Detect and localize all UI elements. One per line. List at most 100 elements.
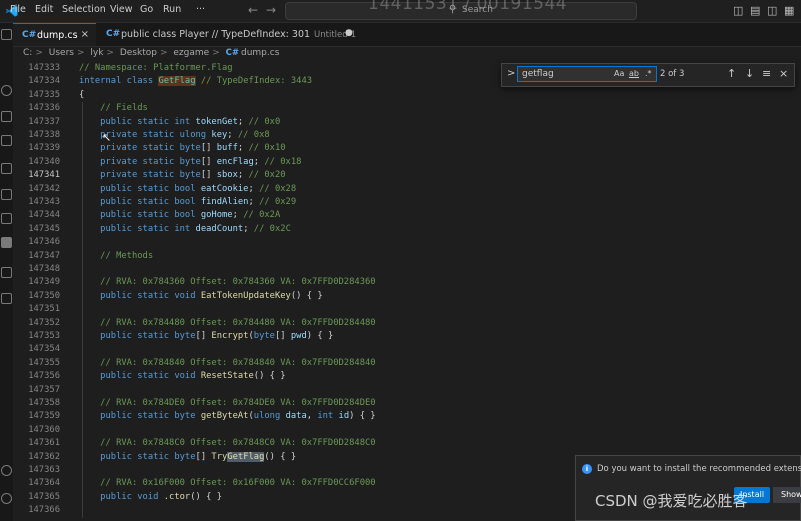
breadcrumb-item[interactable]: Desktop — [120, 48, 157, 58]
code-line[interactable]: 147361 // RVA: 0x7848C0 Offset: 0x7848C0… — [13, 437, 801, 451]
code-line[interactable]: 147343 public static bool findAlien; // … — [13, 196, 801, 210]
code-line[interactable]: 147338 private static ulong key; // 0x8 — [13, 129, 801, 143]
code-line[interactable]: 147355 // RVA: 0x784840 Offset: 0x784840… — [13, 356, 801, 371]
code-token: // RVA: 0x784480 Offset: 0x784480 VA: 0x… — [79, 317, 376, 328]
code-token: // 0x0 — [248, 116, 281, 127]
breadcrumb-item[interactable]: lyk — [90, 48, 103, 58]
csharp-file-icon: C# — [225, 48, 239, 58]
find-in-selection-icon[interactable]: ≡ — [762, 67, 771, 80]
breadcrumb-item[interactable]: Users — [49, 48, 74, 58]
code-line[interactable]: 147339 private static byte[] buff; // 0x… — [13, 142, 801, 156]
code-line[interactable]: 147350 public static void EatTokenUpdate… — [13, 289, 801, 304]
code-line[interactable]: 147347 // Methods — [13, 249, 801, 263]
code-line[interactable]: 147353 public static byte[] Encrypt(byte… — [13, 330, 801, 344]
overlay-watermark-text: 14411531 / 00191544 — [368, 0, 568, 14]
accounts-icon[interactable] — [1, 465, 12, 476]
line-number: 147336 — [28, 103, 60, 114]
explorer-icon[interactable] — [1, 29, 12, 40]
code-line[interactable]: 147342 public static bool eatCookie; // … — [13, 182, 801, 196]
menu-edit[interactable]: Edit — [35, 4, 53, 15]
regex-icon[interactable]: .* — [645, 69, 652, 78]
toggle-replace-icon[interactable]: > — [507, 68, 515, 79]
menu-more-icon[interactable]: ··· — [196, 4, 205, 15]
code-token: // 0x20 — [248, 170, 286, 181]
next-match-icon[interactable]: ↓ — [745, 67, 754, 80]
code-text: public static int deadCount; // 0x2C — [79, 223, 291, 236]
code-token: public static byte — [79, 411, 201, 422]
breadcrumb-file[interactable]: dump.cs — [241, 48, 279, 58]
remote-explorer-icon[interactable] — [1, 189, 12, 200]
menu-view[interactable]: View — [110, 4, 133, 15]
toggle-panel-icon[interactable]: ▤ — [750, 4, 760, 17]
code-token: // 0x10 — [248, 143, 286, 154]
search-activity-icon[interactable] — [1, 85, 12, 96]
code-token: ) { } — [349, 411, 376, 422]
csharp-file-icon: C# — [22, 30, 37, 40]
code-line[interactable]: 147352 // RVA: 0x784480 Offset: 0x784480… — [13, 316, 801, 330]
code-token: ; — [227, 130, 238, 140]
code-line[interactable]: 147337 public static int tokenGet; // 0x… — [13, 115, 801, 129]
line-number: 147362 — [28, 451, 60, 462]
source-control-icon[interactable] — [1, 111, 12, 122]
close-icon[interactable]: × — [779, 67, 788, 80]
code-line[interactable]: 147336 // Fields — [13, 102, 801, 116]
menu-file[interactable]: File — [10, 4, 26, 15]
tab-dump-cs[interactable]: C# dump.cs × — [13, 23, 96, 46]
breadcrumb-item[interactable]: C: — [23, 48, 32, 58]
line-number: 147346 — [28, 237, 60, 248]
manage-gear-icon[interactable] — [1, 493, 12, 504]
match-whole-word-icon[interactable]: ab — [629, 69, 639, 78]
match-case-icon[interactable]: Aa — [614, 69, 624, 78]
toggle-sidebar-icon[interactable]: ◫ — [733, 4, 743, 17]
code-line[interactable]: 147345 public static int deadCount; // 0… — [13, 222, 801, 237]
code-line[interactable]: 147354 — [13, 343, 801, 357]
code-editor[interactable]: 147333 // Namespace: Platformer.Flag 14733… — [13, 62, 801, 521]
back-arrow-icon[interactable]: ← — [248, 3, 258, 17]
customize-layout-icon[interactable]: ▦ — [784, 4, 794, 17]
code-line[interactable]: 147346 — [13, 236, 801, 250]
code-token: ; — [243, 223, 254, 234]
code-token: encFlag — [216, 156, 254, 167]
close-icon[interactable]: × — [81, 29, 89, 40]
code-line[interactable]: 147357 — [13, 383, 801, 397]
menu-run[interactable]: Run — [163, 4, 181, 15]
previous-match-icon[interactable]: ↑ — [727, 67, 736, 80]
line-number: 147358 — [28, 398, 60, 408]
run-debug-icon[interactable] — [1, 135, 12, 146]
code-line[interactable]: 147360 — [13, 423, 801, 438]
forward-arrow-icon[interactable]: → — [266, 3, 276, 17]
code-line[interactable]: 147351 — [13, 303, 801, 317]
code-line[interactable]: 147340 private static byte[] encFlag; //… — [13, 155, 801, 170]
testing-icon[interactable] — [1, 213, 12, 224]
code-token: private static byte — [79, 170, 201, 181]
extensions-icon[interactable] — [1, 163, 12, 174]
code-line[interactable]: 147358 // RVA: 0x784DE0 Offset: 0x784DE0… — [13, 397, 801, 411]
tab-untitled-1[interactable]: C# public class Player // TypeDefIndex: … — [97, 23, 357, 46]
code-line[interactable]: 147335 { — [13, 89, 801, 102]
menu-selection[interactable]: Selection — [62, 4, 106, 15]
code-text: public static byte getByteAt(ulong data,… — [79, 410, 376, 423]
code-line[interactable]: 147341 private static byte[] sbox; // 0x… — [13, 169, 801, 183]
code-text: private static byte[] sbox; // 0x20 — [79, 169, 286, 182]
code-line[interactable]: 147348 — [13, 263, 801, 277]
menu-go[interactable]: Go — [140, 4, 153, 15]
breadcrumb-item[interactable]: ezgame — [173, 48, 209, 58]
show-recommendations-button[interactable]: Show — [773, 487, 801, 503]
code-token: public static int — [79, 116, 196, 127]
docker-icon[interactable] — [1, 293, 12, 304]
code-text: // RVA: 0x784360 Offset: 0x784360 VA: 0x… — [79, 276, 375, 289]
find-widget: > getflag Aa ab .* 2 of 3 ↑ ↓ ≡ × — [501, 63, 795, 87]
code-line[interactable]: 147349 // RVA: 0x784360 Offset: 0x784360… — [13, 276, 801, 290]
find-input[interactable]: getflag Aa ab .* — [517, 66, 657, 82]
timeline-icon[interactable] — [1, 267, 12, 278]
line-number: 147340 — [28, 156, 60, 167]
notebook-icon[interactable] — [1, 237, 12, 248]
code-line[interactable]: 147356 public static void ResetState() {… — [13, 370, 801, 384]
unsaved-dot-icon[interactable]: ● — [345, 28, 353, 38]
code-token: // 0x29 — [259, 197, 297, 207]
line-number: 147343 — [28, 197, 60, 207]
title-bar: File Edit Selection View Go Run ··· ← → … — [0, 0, 801, 23]
toggle-secondary-sidebar-icon[interactable]: ◫ — [767, 4, 777, 17]
code-line[interactable]: 147359 public static byte getByteAt(ulon… — [13, 410, 801, 424]
code-line[interactable]: 147344 public static bool goHome; // 0x2… — [13, 209, 801, 223]
